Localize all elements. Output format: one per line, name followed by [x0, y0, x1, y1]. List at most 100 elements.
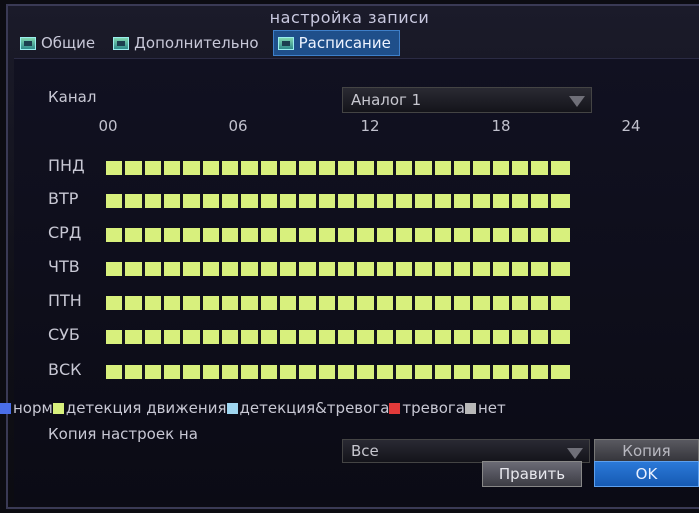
schedule-cell[interactable] [337, 161, 358, 175]
schedule-cell[interactable] [260, 228, 280, 242]
schedule-cell[interactable] [221, 194, 242, 208]
schedule-cell[interactable] [183, 330, 203, 344]
schedule-cell[interactable] [241, 228, 261, 242]
schedule-cell[interactable] [125, 262, 145, 276]
schedule-cell[interactable] [357, 228, 377, 242]
schedule-cell[interactable] [453, 365, 474, 379]
schedule-cell[interactable] [492, 228, 512, 242]
schedule-cell[interactable] [511, 194, 532, 208]
schedule-cell[interactable] [473, 365, 493, 379]
schedule-cell[interactable] [260, 194, 280, 208]
schedule-cell[interactable] [183, 194, 203, 208]
channel-select[interactable]: Аналог 1 [342, 87, 592, 113]
schedule-cell[interactable] [125, 228, 145, 242]
schedule-cell[interactable] [241, 365, 261, 379]
schedule-cell[interactable] [550, 296, 570, 310]
schedule-cell[interactable] [511, 228, 532, 242]
schedule-cell[interactable] [279, 262, 300, 276]
schedule-cell[interactable] [260, 161, 280, 175]
schedule-row[interactable] [106, 330, 570, 344]
edit-button[interactable]: Править [482, 461, 582, 487]
schedule-cell[interactable] [550, 161, 570, 175]
schedule-cell[interactable] [183, 296, 203, 310]
schedule-cell[interactable] [550, 262, 570, 276]
schedule-cell[interactable] [163, 296, 184, 310]
schedule-cell[interactable] [434, 228, 454, 242]
schedule-cell[interactable] [241, 330, 261, 344]
schedule-cell[interactable] [144, 228, 164, 242]
schedule-cell[interactable] [453, 296, 474, 310]
schedule-cell[interactable] [357, 365, 377, 379]
schedule-cell[interactable] [337, 296, 358, 310]
schedule-cell[interactable] [337, 365, 358, 379]
schedule-cell[interactable] [415, 161, 435, 175]
schedule-cell[interactable] [299, 228, 319, 242]
schedule-cell[interactable] [473, 296, 493, 310]
schedule-cell[interactable] [202, 194, 222, 208]
schedule-cell[interactable] [531, 365, 551, 379]
copy-target-select[interactable]: Все [342, 439, 590, 463]
schedule-cell[interactable] [163, 194, 184, 208]
schedule-cell[interactable] [279, 194, 300, 208]
schedule-row[interactable] [106, 161, 570, 175]
schedule-cell[interactable] [531, 228, 551, 242]
schedule-cell[interactable] [202, 296, 222, 310]
schedule-cell[interactable] [550, 365, 570, 379]
copy-button[interactable]: Копия [594, 439, 699, 463]
schedule-cell[interactable] [395, 194, 416, 208]
schedule-cell[interactable] [260, 296, 280, 310]
schedule-cell[interactable] [144, 296, 164, 310]
schedule-cell[interactable] [279, 330, 300, 344]
schedule-cell[interactable] [492, 161, 512, 175]
schedule-cell[interactable] [318, 365, 338, 379]
schedule-cell[interactable] [531, 262, 551, 276]
schedule-cell[interactable] [106, 228, 126, 242]
schedule-cell[interactable] [144, 330, 164, 344]
schedule-cell[interactable] [318, 262, 338, 276]
schedule-cell[interactable] [337, 228, 358, 242]
schedule-cell[interactable] [106, 262, 126, 276]
schedule-cell[interactable] [221, 365, 242, 379]
schedule-cell[interactable] [357, 330, 377, 344]
schedule-cell[interactable] [473, 194, 493, 208]
schedule-cell[interactable] [376, 330, 396, 344]
schedule-cell[interactable] [125, 365, 145, 379]
schedule-cell[interactable] [357, 161, 377, 175]
schedule-cell[interactable] [163, 365, 184, 379]
schedule-cell[interactable] [279, 296, 300, 310]
schedule-cell[interactable] [221, 161, 242, 175]
schedule-cell[interactable] [221, 262, 242, 276]
schedule-row[interactable] [106, 228, 570, 242]
schedule-cell[interactable] [415, 228, 435, 242]
schedule-cell[interactable] [492, 296, 512, 310]
schedule-cell[interactable] [202, 228, 222, 242]
schedule-cell[interactable] [299, 365, 319, 379]
schedule-row[interactable] [106, 296, 570, 310]
schedule-cell[interactable] [473, 262, 493, 276]
schedule-cell[interactable] [337, 330, 358, 344]
schedule-cell[interactable] [241, 262, 261, 276]
schedule-cell[interactable] [395, 161, 416, 175]
schedule-cell[interactable] [550, 228, 570, 242]
schedule-row[interactable] [106, 194, 570, 208]
schedule-cell[interactable] [511, 330, 532, 344]
schedule-cell[interactable] [376, 161, 396, 175]
schedule-cell[interactable] [183, 228, 203, 242]
schedule-cell[interactable] [492, 262, 512, 276]
schedule-cell[interactable] [318, 161, 338, 175]
schedule-cell[interactable] [511, 262, 532, 276]
schedule-cell[interactable] [376, 262, 396, 276]
tab-schedule[interactable]: Расписание [272, 30, 400, 56]
schedule-cell[interactable] [434, 262, 454, 276]
schedule-cell[interactable] [473, 228, 493, 242]
schedule-cell[interactable] [453, 194, 474, 208]
schedule-cell[interactable] [299, 330, 319, 344]
schedule-cell[interactable] [125, 296, 145, 310]
schedule-cell[interactable] [511, 161, 532, 175]
schedule-cell[interactable] [106, 365, 126, 379]
schedule-cell[interactable] [357, 262, 377, 276]
schedule-cell[interactable] [221, 228, 242, 242]
schedule-cell[interactable] [163, 228, 184, 242]
schedule-cell[interactable] [163, 262, 184, 276]
schedule-cell[interactable] [550, 330, 570, 344]
